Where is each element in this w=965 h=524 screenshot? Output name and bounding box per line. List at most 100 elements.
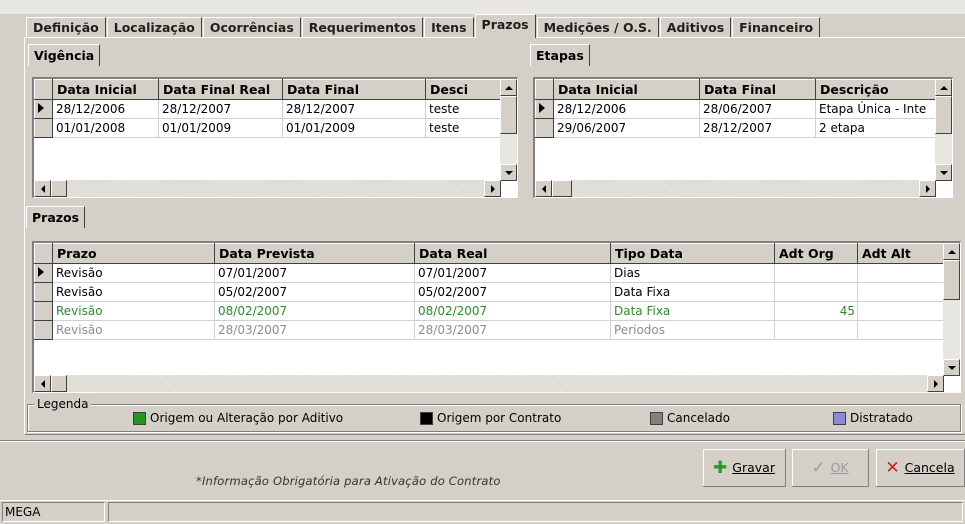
table-cell[interactable]: 29/06/2007: [553, 118, 700, 138]
table-cell[interactable]: 05/02/2007: [214, 282, 415, 302]
tab-prazos-grid[interactable]: Prazos: [26, 206, 86, 228]
scroll-thumb[interactable]: [51, 375, 67, 392]
table-cell[interactable]: 28/03/2007: [214, 320, 415, 340]
tab-prazos[interactable]: Prazos: [474, 14, 536, 38]
scroll-up-button[interactable]: [935, 79, 952, 96]
tab-definicao[interactable]: Definição: [26, 17, 106, 38]
etapas-vertical-scrollbar[interactable]: [935, 79, 952, 181]
table-cell[interactable]: Revisão: [52, 320, 215, 340]
table-cell[interactable]: [774, 282, 858, 302]
column-header[interactable]: Data Prevista: [214, 243, 415, 264]
ok-button[interactable]: ✓ OK: [792, 449, 869, 487]
table-row[interactable]: Revisão 05/02/2007 05/02/2007 Data Fixa: [34, 282, 948, 302]
table-cell[interactable]: 08/02/2007: [414, 301, 611, 321]
scroll-left-button[interactable]: [34, 375, 51, 392]
column-header[interactable]: Data Real: [414, 243, 611, 264]
table-row[interactable]: Revisão 08/02/2007 08/02/2007 Data Fixa …: [34, 301, 948, 321]
etapas-horizontal-scrollbar[interactable]: [535, 180, 936, 197]
scroll-thumb[interactable]: [552, 180, 572, 197]
table-cell[interactable]: 28/12/2007: [699, 118, 816, 138]
table-cell[interactable]: 01/01/2009: [158, 118, 283, 138]
vigencia-grid[interactable]: Data Inicial Data Final Real Data Final …: [32, 77, 518, 198]
table-cell[interactable]: 28/06/2007: [699, 99, 816, 119]
table-row[interactable]: 29/06/2007 28/12/2007 2 etapa: [535, 118, 940, 138]
table-cell[interactable]: teste: [425, 99, 505, 119]
table-cell[interactable]: [857, 282, 948, 302]
table-cell[interactable]: 28/12/2006: [52, 99, 159, 119]
table-cell[interactable]: 28/12/2007: [282, 99, 426, 119]
column-header[interactable]: Data Inicial: [553, 79, 700, 100]
table-cell[interactable]: 01/01/2008: [52, 118, 159, 138]
prazos-vertical-scrollbar[interactable]: [943, 243, 960, 376]
cancel-button[interactable]: ✕ Cancela: [876, 449, 965, 487]
etapas-grid[interactable]: Data Inicial Data Final Descrição 28/12/…: [533, 77, 953, 198]
table-cell[interactable]: 07/01/2007: [414, 263, 611, 283]
column-header[interactable]: Data Final: [699, 79, 816, 100]
save-button[interactable]: ✚ Gravar: [703, 449, 786, 487]
column-header[interactable]: Adt Alt: [857, 243, 948, 264]
table-cell[interactable]: 01/01/2009: [282, 118, 426, 138]
tab-aditivos[interactable]: Aditivos: [659, 17, 732, 38]
scroll-left-button[interactable]: [34, 180, 51, 197]
column-header[interactable]: Data Final: [282, 79, 426, 100]
scroll-up-button[interactable]: [500, 79, 517, 96]
scroll-thumb[interactable]: [935, 96, 952, 134]
prazos-grid[interactable]: Prazo Data Prevista Data Real Tipo Data …: [32, 241, 961, 393]
vigencia-vertical-scrollbar[interactable]: [500, 79, 517, 181]
table-cell[interactable]: Data Fixa: [610, 301, 775, 321]
column-header[interactable]: Data Final Real: [158, 79, 283, 100]
table-cell[interactable]: 28/03/2007: [414, 320, 611, 340]
table-cell[interactable]: Revisão: [52, 301, 215, 321]
table-cell[interactable]: Dias: [610, 263, 775, 283]
tab-etapas[interactable]: Etapas: [530, 44, 590, 66]
table-cell[interactable]: [857, 263, 948, 283]
table-cell[interactable]: [774, 263, 858, 283]
tab-localizacao[interactable]: Localização: [106, 17, 202, 38]
column-header[interactable]: Adt Org: [774, 243, 858, 264]
table-cell[interactable]: [857, 320, 948, 340]
scroll-down-button[interactable]: [943, 359, 960, 376]
table-cell[interactable]: Periodos: [610, 320, 775, 340]
scroll-right-button[interactable]: [919, 180, 936, 197]
table-cell[interactable]: 05/02/2007: [414, 282, 611, 302]
column-header[interactable]: Desci: [425, 79, 505, 100]
scroll-down-button[interactable]: [500, 164, 517, 181]
column-header[interactable]: Data Inicial: [52, 79, 159, 100]
scroll-thumb[interactable]: [500, 96, 517, 134]
table-cell[interactable]: Revisão: [52, 282, 215, 302]
table-cell[interactable]: 28/12/2007: [158, 99, 283, 119]
column-header[interactable]: Descrição: [815, 79, 940, 100]
table-cell[interactable]: teste: [425, 118, 505, 138]
table-row[interactable]: Revisão 28/03/2007 28/03/2007 Periodos: [34, 320, 948, 340]
tab-medicoes[interactable]: Medições / O.S.: [536, 17, 659, 38]
table-cell[interactable]: Data Fixa: [610, 282, 775, 302]
table-row[interactable]: 28/12/2006 28/06/2007 Etapa Única - Inte: [535, 99, 940, 119]
scroll-right-button[interactable]: [927, 375, 944, 392]
tab-itens[interactable]: Itens: [424, 17, 474, 38]
column-header[interactable]: Prazo: [52, 243, 215, 264]
table-cell[interactable]: [857, 301, 948, 321]
column-header[interactable]: Tipo Data: [610, 243, 775, 264]
prazos-horizontal-scrollbar[interactable]: [34, 375, 944, 392]
scroll-right-button[interactable]: [484, 180, 501, 197]
tab-requerimentos[interactable]: Requerimentos: [301, 17, 424, 38]
vigencia-horizontal-scrollbar[interactable]: [34, 180, 501, 197]
scroll-up-button[interactable]: [943, 243, 960, 260]
table-cell[interactable]: 28/12/2006: [553, 99, 700, 119]
scroll-thumb[interactable]: [51, 180, 67, 197]
table-cell[interactable]: Revisão: [52, 263, 215, 283]
table-row[interactable]: 01/01/2008 01/01/2009 01/01/2009 teste: [34, 118, 505, 138]
table-cell[interactable]: 08/02/2007: [214, 301, 415, 321]
table-cell[interactable]: Etapa Única - Inte: [815, 99, 940, 119]
tab-financeiro[interactable]: Financeiro: [732, 17, 821, 38]
table-row[interactable]: 28/12/2006 28/12/2007 28/12/2007 teste: [34, 99, 505, 119]
table-cell[interactable]: 45: [774, 301, 858, 321]
table-cell[interactable]: 07/01/2007: [214, 263, 415, 283]
tab-vigencia[interactable]: Vigência: [28, 44, 101, 66]
table-row[interactable]: Revisão 07/01/2007 07/01/2007 Dias: [34, 263, 948, 283]
table-cell[interactable]: 2 etapa: [815, 118, 940, 138]
scroll-left-button[interactable]: [535, 180, 552, 197]
scroll-down-button[interactable]: [935, 164, 952, 181]
scroll-thumb[interactable]: [943, 260, 960, 300]
tab-ocorrencias[interactable]: Ocorrências: [202, 17, 301, 38]
